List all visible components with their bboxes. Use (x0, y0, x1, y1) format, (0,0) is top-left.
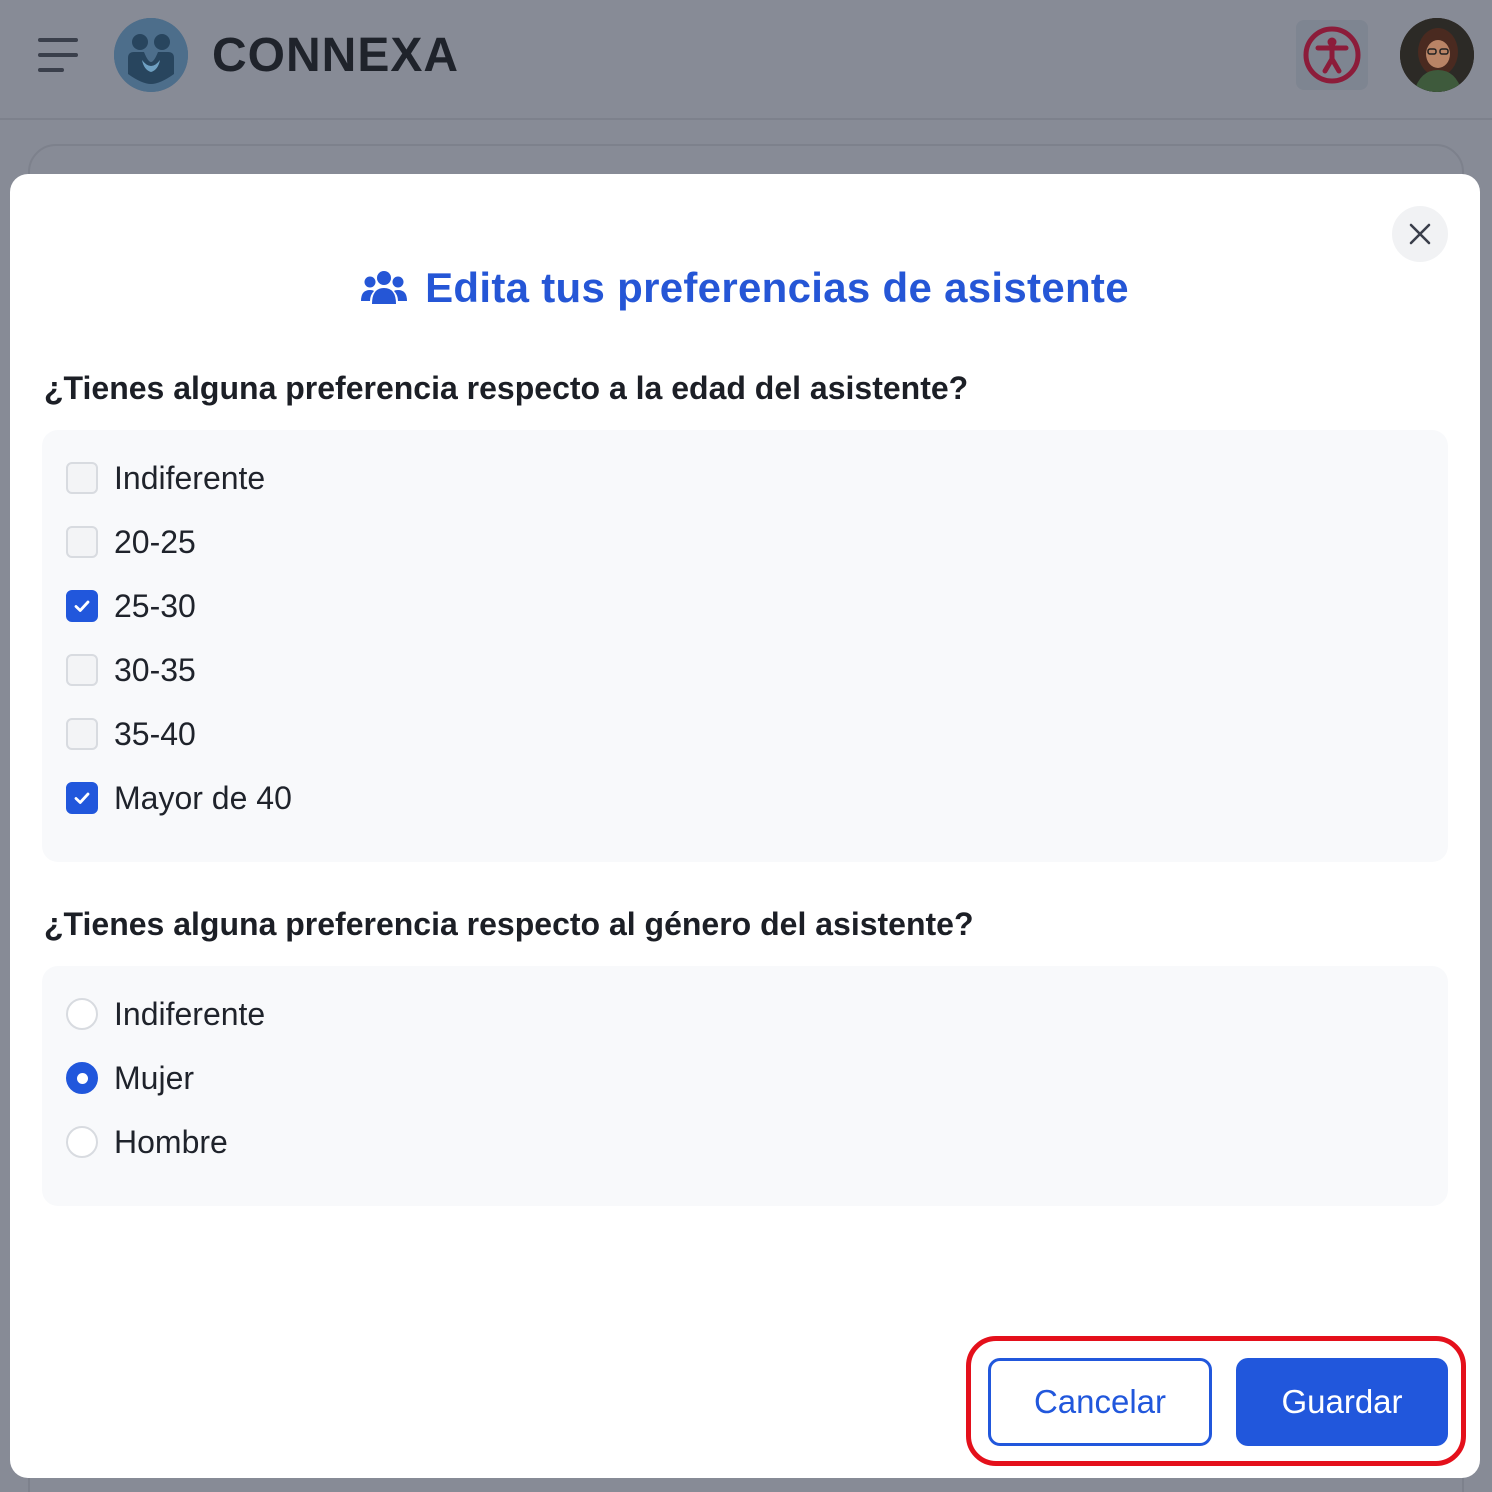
cancel-button[interactable]: Cancelar (988, 1358, 1212, 1446)
checkbox[interactable] (66, 462, 98, 494)
save-button[interactable]: Guardar (1236, 1358, 1448, 1446)
age-options-group: Indiferente 20-25 25-30 30-35 35-40 Mayo… (42, 430, 1448, 862)
checkmark-icon (74, 600, 90, 612)
option-label: 35-40 (114, 715, 196, 752)
checkmark-icon (74, 792, 90, 804)
age-question: ¿Tienes alguna preferencia respecto a la… (44, 370, 969, 406)
option-label: Hombre (114, 1123, 228, 1160)
preferences-modal: Edita tus preferencias de asistente ¿Tie… (10, 174, 1480, 1478)
age-option-20-25[interactable]: 20-25 (66, 520, 196, 564)
gender-question: ¿Tienes alguna preferencia respecto al g… (44, 906, 974, 942)
option-label: 20-25 (114, 523, 196, 560)
connexa-logo-icon[interactable] (114, 18, 188, 92)
age-option-indiferente[interactable]: Indiferente (66, 456, 265, 500)
checkbox[interactable] (66, 718, 98, 750)
gender-option-indiferente[interactable]: Indiferente (66, 992, 265, 1036)
age-option-30-35[interactable]: 30-35 (66, 648, 196, 692)
hamburger-menu-icon[interactable] (38, 38, 80, 72)
checkbox[interactable] (66, 526, 98, 558)
age-option-mayor-de-40[interactable]: Mayor de 40 (66, 776, 292, 820)
radio-selected[interactable] (66, 1062, 98, 1094)
modal-title: Edita tus preferencias de asistente (10, 264, 1480, 312)
option-label: Mayor de 40 (114, 779, 292, 816)
top-bar: CONNEXA (0, 0, 1492, 120)
gender-options-group: Indiferente Mujer Hombre (42, 966, 1448, 1206)
option-label: Indiferente (114, 995, 266, 1032)
accessibility-button[interactable] (1296, 20, 1368, 90)
age-option-35-40[interactable]: 35-40 (66, 712, 196, 756)
gender-option-hombre[interactable]: Hombre (66, 1120, 228, 1164)
radio[interactable] (66, 998, 98, 1030)
radio[interactable] (66, 1126, 98, 1158)
option-label: Mujer (114, 1059, 195, 1096)
option-label: 30-35 (114, 651, 196, 688)
option-label: 25-30 (114, 587, 196, 624)
checkbox-checked[interactable] (66, 782, 98, 814)
brand-name[interactable]: CONNEXA (212, 28, 459, 83)
users-icon (361, 271, 408, 304)
accessibility-icon (1303, 26, 1361, 84)
gender-option-mujer[interactable]: Mujer (66, 1056, 194, 1100)
close-icon (1409, 223, 1431, 245)
checkbox[interactable] (66, 654, 98, 686)
modal-title-text: Edita tus preferencias de asistente (425, 264, 1129, 311)
checkbox-checked[interactable] (66, 590, 98, 622)
option-label: Indiferente (114, 459, 266, 496)
age-option-25-30[interactable]: 25-30 (66, 584, 196, 628)
user-avatar[interactable] (1400, 18, 1474, 92)
close-button[interactable] (1392, 206, 1448, 262)
